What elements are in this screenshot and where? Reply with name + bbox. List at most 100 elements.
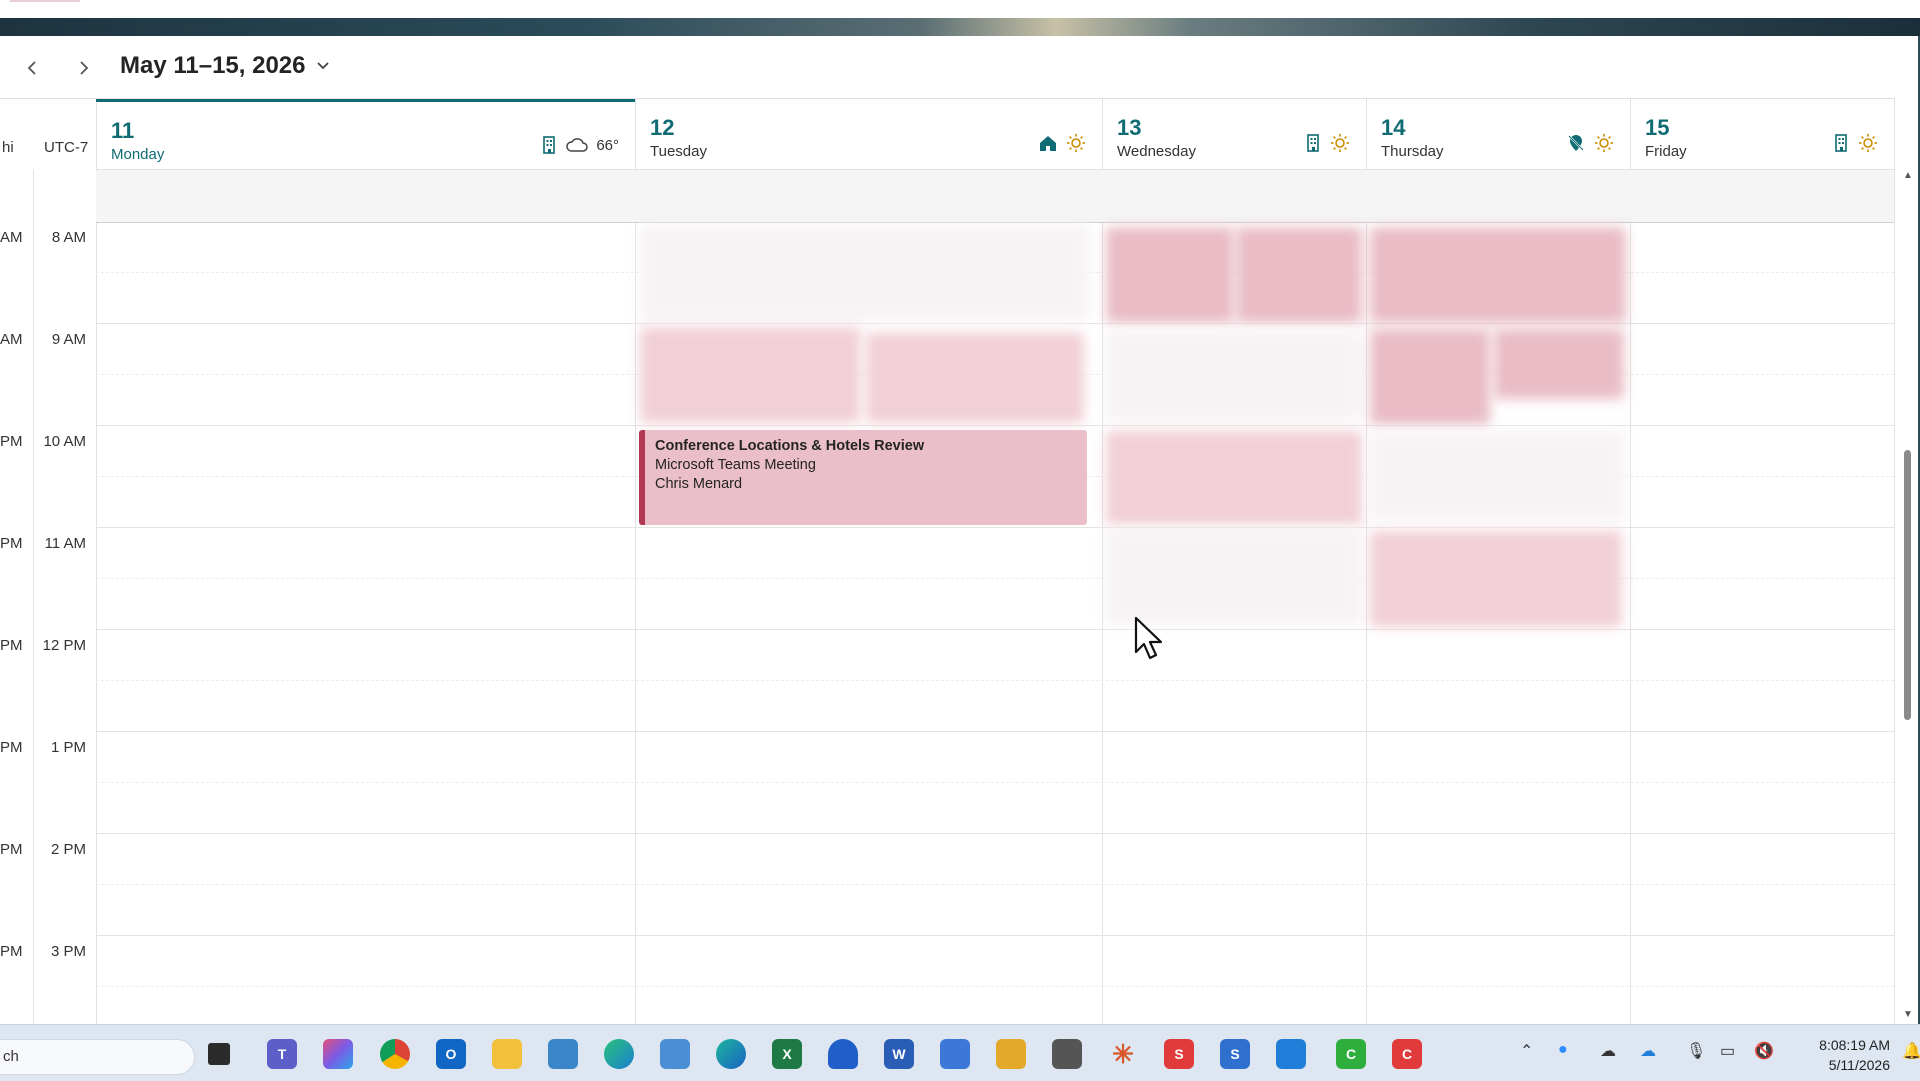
paint-icon[interactable]	[1276, 1039, 1306, 1069]
day-name: Tuesday	[650, 143, 707, 160]
previous-week-button[interactable]	[14, 50, 50, 86]
chevron-right-icon	[80, 61, 89, 75]
app-icon[interactable]	[940, 1039, 970, 1069]
chrome-icon[interactable]	[380, 1039, 410, 1069]
volume-muted-icon[interactable]: 🔇	[1754, 1041, 1774, 1061]
redacted-event[interactable]	[1494, 329, 1624, 399]
vertical-scrollbar[interactable]: ▲ ▼	[1898, 170, 1920, 1020]
redacted-area	[640, 225, 1090, 321]
next-week-button[interactable]	[66, 50, 102, 86]
windows-taskbar: ch T O X W ✳ S S C C ⌃ ● ☁ ☁ 🎙 ▭ 🔇 8:08:…	[0, 1024, 1920, 1081]
claude-icon[interactable]: ✳	[1108, 1039, 1138, 1069]
clock-date: 5/11/2026	[1828, 1057, 1890, 1073]
onedrive-icon[interactable]: ☁	[1600, 1041, 1616, 1061]
hour-line	[96, 935, 1894, 936]
redacted-event[interactable]	[1106, 227, 1234, 323]
network-status-icon[interactable]: ▭	[1720, 1041, 1735, 1061]
day-name: Friday	[1645, 143, 1687, 160]
day-number: 15	[1645, 115, 1670, 140]
day-number: 11	[111, 118, 135, 143]
half-hour-line	[96, 986, 1894, 987]
chevron-left-icon	[27, 61, 36, 75]
search-text: ch	[3, 1048, 19, 1065]
redacted-event[interactable]	[640, 327, 860, 423]
file-explorer-icon[interactable]	[492, 1039, 522, 1069]
arc-icon[interactable]	[828, 1039, 858, 1069]
day-name: Monday	[111, 146, 165, 163]
excel-icon[interactable]: X	[772, 1039, 802, 1069]
office-building-icon	[543, 136, 556, 154]
hour-line	[96, 425, 1894, 426]
camtasia-icon[interactable]: C	[1336, 1039, 1366, 1069]
show-hidden-icons-icon[interactable]: ⌃	[1520, 1041, 1533, 1061]
date-range-picker[interactable]: May 11–15, 2026	[120, 52, 330, 80]
chevron-down-icon	[316, 62, 329, 70]
tz-divider	[33, 169, 34, 1024]
all-day-row[interactable]	[96, 169, 1894, 223]
event-title: Conference Locations & Hotels Review	[655, 438, 925, 454]
half-hour-line	[96, 578, 1894, 579]
edge-icon[interactable]	[604, 1039, 634, 1069]
system-clock[interactable]: 8:08:19 AM 5/11/2026	[1790, 1035, 1890, 1075]
secondary-timezone-label: hi	[2, 139, 14, 156]
secondary-time-label: PM	[0, 739, 23, 756]
column-divider	[1102, 99, 1103, 1024]
day-number: 13	[1117, 115, 1142, 140]
secondary-time-label: PM	[0, 535, 23, 552]
redacted-event[interactable]	[1370, 329, 1490, 425]
notepad-icon[interactable]	[660, 1039, 690, 1069]
secondary-time-label: AM	[0, 331, 23, 348]
sun-icon	[1331, 134, 1349, 152]
taskbar-search-box[interactable]: ch	[0, 1039, 195, 1075]
camtasia-recorder-icon[interactable]: C	[1392, 1039, 1422, 1069]
event-organizer: Chris Menard	[655, 476, 743, 492]
m365-icon[interactable]	[323, 1039, 353, 1069]
day-number: 14	[1381, 115, 1406, 140]
redacted-event[interactable]	[866, 333, 1084, 423]
onedrive-business-icon[interactable]: ☁	[1640, 1041, 1656, 1061]
document-icon[interactable]	[996, 1039, 1026, 1069]
edge-dev-icon[interactable]	[716, 1039, 746, 1069]
sun-icon	[1067, 134, 1085, 152]
cloud-icon	[566, 138, 589, 152]
skype-icon[interactable]: S	[1220, 1039, 1250, 1069]
scroll-up-arrow-icon[interactable]: ▲	[1903, 170, 1913, 181]
calendar-event[interactable]: Conference Locations & Hotels Review Mic…	[639, 430, 1087, 525]
snagit-icon[interactable]: S	[1164, 1039, 1194, 1069]
office-building-icon	[1307, 134, 1319, 152]
column-divider	[1630, 99, 1631, 1024]
teams-icon[interactable]: T	[267, 1039, 297, 1069]
microphone-icon[interactable]: 🎙	[1686, 1041, 1706, 1061]
day-header-friday[interactable]: 15 Friday	[1630, 99, 1894, 169]
sun-icon	[1859, 134, 1877, 152]
day-header-tuesday[interactable]: 12 Tuesday	[635, 99, 1102, 169]
day-header-wednesday[interactable]: 13 Wednesday	[1102, 99, 1366, 169]
hour-line	[96, 323, 1894, 324]
redacted-event[interactable]	[1370, 531, 1622, 627]
hour-line	[96, 833, 1894, 834]
word-icon[interactable]: W	[884, 1039, 914, 1069]
zoom-icon[interactable]: ●	[1558, 1041, 1568, 1059]
redacted-event[interactable]	[1236, 227, 1362, 323]
redacted-event[interactable]	[1370, 227, 1626, 323]
outlook-icon[interactable]: O	[436, 1039, 466, 1069]
network-icon[interactable]	[548, 1039, 578, 1069]
redacted-event[interactable]	[1106, 431, 1362, 525]
day-header-thursday[interactable]: 14 Thursday	[1366, 99, 1630, 169]
task-view-icon[interactable]	[208, 1043, 230, 1065]
calendar-toolbar: May 11–15, 2026	[0, 36, 1920, 98]
day-header-monday[interactable]: 11 Monday 66°	[96, 99, 635, 172]
scroll-thumb[interactable]	[1904, 450, 1911, 720]
printer-icon[interactable]	[1052, 1039, 1082, 1069]
redacted-area	[1106, 331, 1362, 421]
half-hour-line	[96, 782, 1894, 783]
scroll-down-arrow-icon[interactable]: ▼	[1903, 1009, 1913, 1020]
secondary-time-label: PM	[0, 841, 23, 858]
event-location: Microsoft Teams Meeting	[655, 457, 816, 473]
secondary-time-label: PM	[0, 943, 23, 960]
secondary-time-label: PM	[0, 433, 23, 450]
redacted-area	[1106, 529, 1362, 625]
notifications-icon[interactable]: 🔔	[1902, 1041, 1920, 1061]
hour-line	[96, 629, 1894, 630]
mouse-cursor-icon	[1134, 616, 1163, 660]
